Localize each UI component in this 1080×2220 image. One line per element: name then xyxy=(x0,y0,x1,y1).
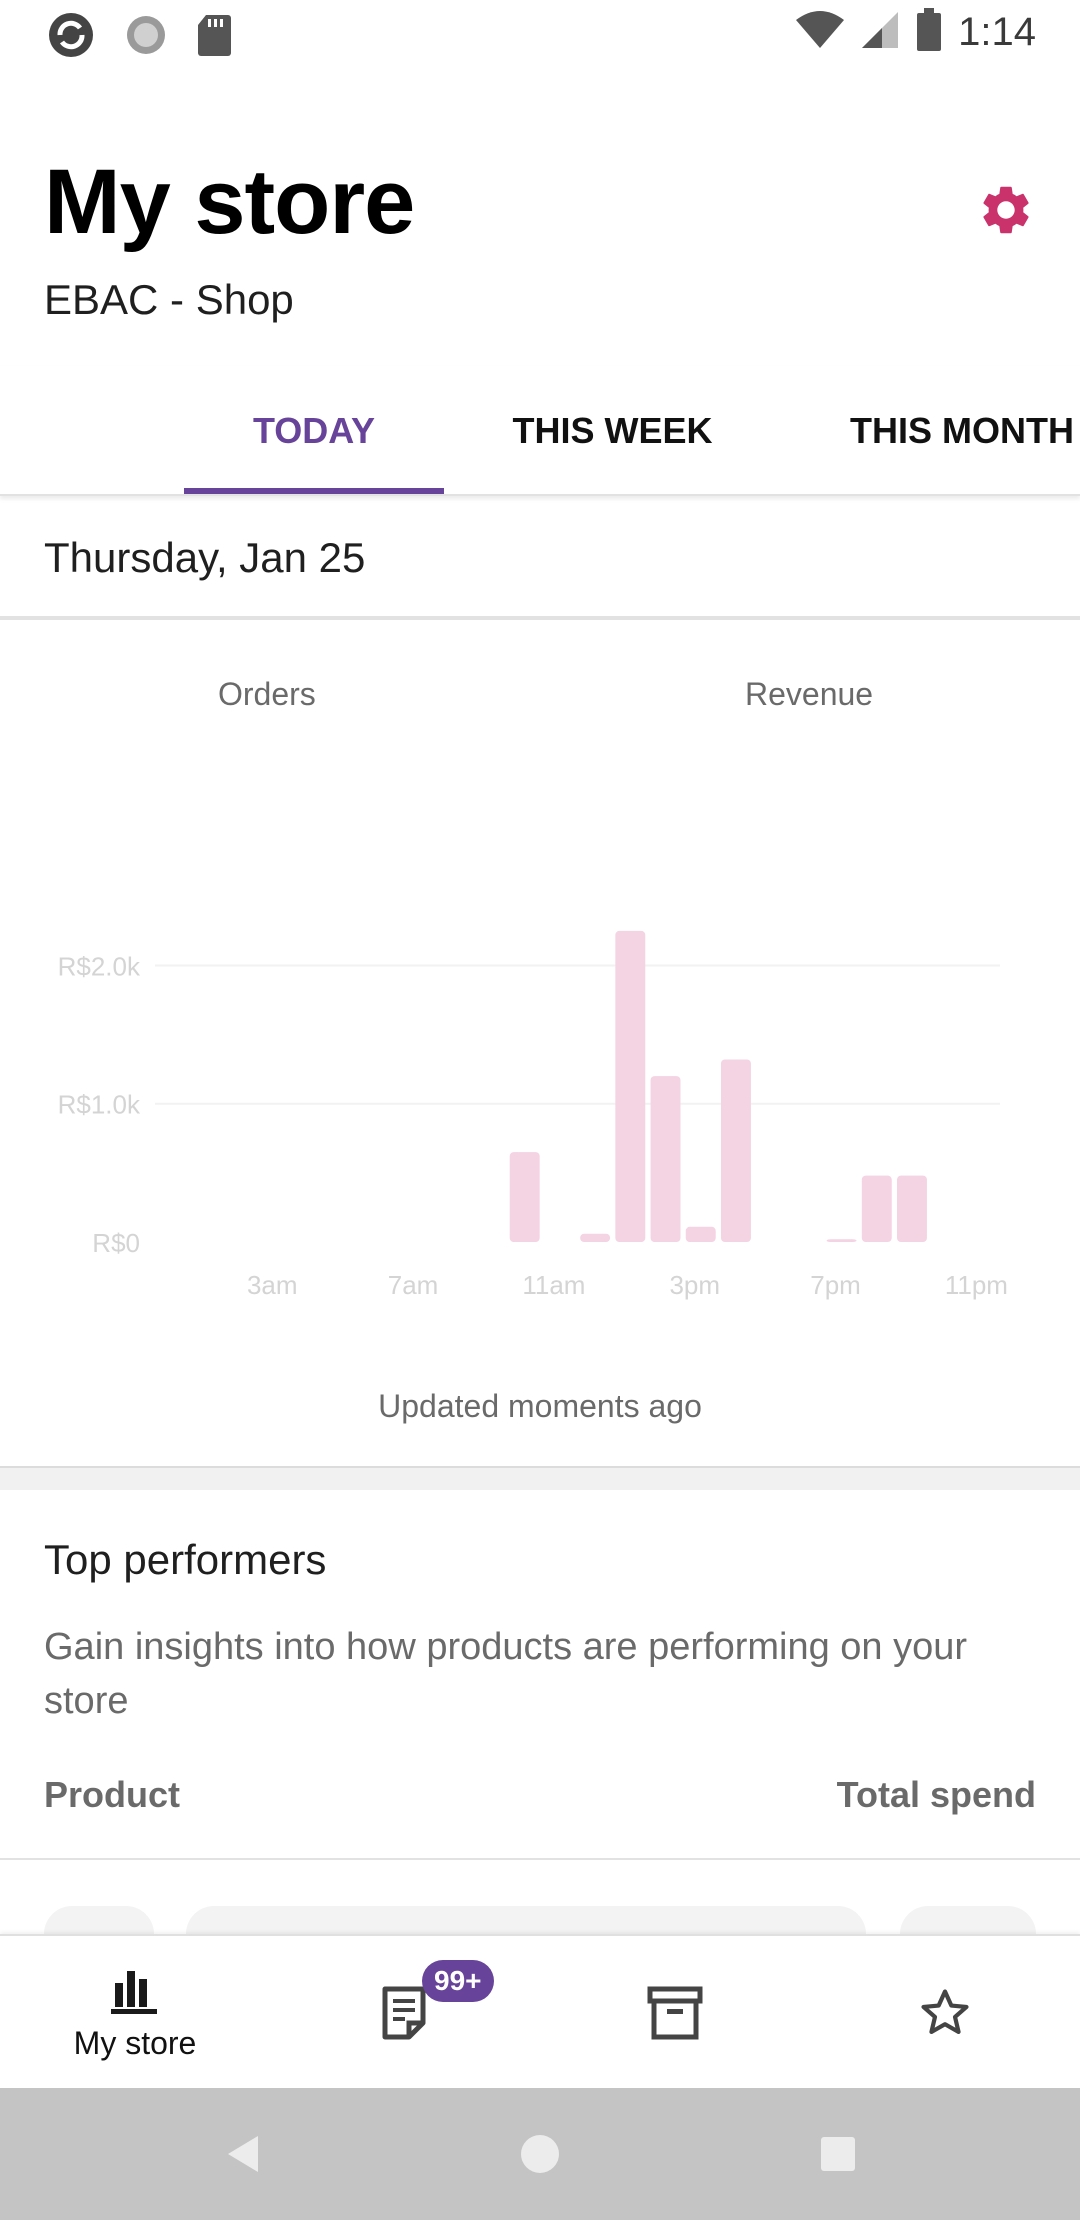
archive-box-icon xyxy=(647,1986,703,2040)
chart-x-tick-label: 11pm xyxy=(945,1270,1008,1300)
app-notification-icon xyxy=(46,10,96,65)
orders-icon xyxy=(382,1986,426,2040)
orders-count-badge: 99+ xyxy=(422,1960,494,2002)
chart-bar xyxy=(509,1152,540,1242)
system-home-button[interactable] xyxy=(508,2122,572,2186)
top-performers-description: Gain insights into how products are perf… xyxy=(44,1626,968,1722)
tab-this-month[interactable]: THIS MONTH xyxy=(800,366,1080,494)
active-tab-indicator xyxy=(184,488,444,494)
home-circle-icon xyxy=(521,2135,559,2173)
store-name: EBAC - Shop xyxy=(44,276,294,323)
header: My store EBAC - Shop xyxy=(0,66,1080,366)
chart-bar xyxy=(580,1233,611,1242)
chart-y-tick-label: R$1.0k xyxy=(58,1090,141,1120)
chart-x-tick-label: 3pm xyxy=(669,1270,720,1300)
nav-my-store-label: My store xyxy=(73,2024,197,2061)
chart-x-tick-label: 11am xyxy=(522,1270,585,1300)
chart-bar xyxy=(897,1175,927,1242)
chart-x-tick-label: 7pm xyxy=(810,1270,861,1300)
chart-y-tick-label: R$0 xyxy=(92,1228,140,1258)
chart-bar xyxy=(685,1226,716,1242)
chart-y-tick-label: R$2.0k xyxy=(58,951,141,981)
chart-x-tick-label: 7am xyxy=(388,1270,439,1300)
stats-section: Orders Revenue R$0 R$1.0k R$2.0k 3am 7am 11am… xyxy=(0,624,1080,1468)
tab-today[interactable]: TODAY xyxy=(184,366,444,494)
revenue-stat-label[interactable]: Revenue xyxy=(745,676,873,713)
date-row: Thursday, Jan 25 xyxy=(0,496,1080,620)
chart-x-tick-label: 3am xyxy=(247,1270,298,1300)
back-triangle-icon xyxy=(228,2136,258,2172)
chart-bar xyxy=(615,930,646,1242)
wifi-icon xyxy=(796,10,845,55)
table-divider xyxy=(0,1858,1080,1860)
section-divider xyxy=(0,1468,1080,1490)
battery-icon xyxy=(916,8,942,57)
chart-bar xyxy=(861,1175,892,1242)
top-performers-title: Top performers xyxy=(44,1536,327,1583)
nav-my-store[interactable]: My store xyxy=(0,1936,270,2090)
nav-orders[interactable]: 99+ xyxy=(270,1936,540,2090)
cellular-signal-icon xyxy=(860,10,900,55)
orders-stat-label[interactable]: Orders xyxy=(218,676,316,713)
page-title: My store xyxy=(44,151,415,253)
status-bar: 1:14 xyxy=(0,0,1080,66)
revenue-chart[interactable]: R$0 R$1.0k R$2.0k 3am 7am 11am 3pm 7pm 11pm xyxy=(0,784,1080,1344)
bottom-navigation: My store 99+ xyxy=(0,1934,1080,2088)
tab-this-week[interactable]: THIS WEEK xyxy=(470,366,755,494)
system-recents-button[interactable] xyxy=(806,2122,870,2186)
nav-reviews[interactable] xyxy=(810,1936,1080,2090)
column-header-product: Product xyxy=(44,1774,181,1815)
recents-square-icon xyxy=(821,2137,855,2171)
system-navigation-bar xyxy=(0,2088,1080,2220)
chart-bar xyxy=(720,1059,751,1242)
chart-bar xyxy=(650,1076,681,1242)
status-time: 1:14 xyxy=(958,10,1036,54)
gear-icon xyxy=(983,186,1029,234)
date-label: Thursday, Jan 25 xyxy=(44,534,366,581)
settings-button[interactable] xyxy=(972,176,1040,244)
system-back-button[interactable] xyxy=(210,2122,274,2186)
column-header-total-spend: Total spend xyxy=(836,1774,1036,1815)
sd-card-icon xyxy=(196,13,232,62)
updated-text: Updated moments ago xyxy=(378,1388,702,1424)
sync-icon xyxy=(124,13,168,62)
period-tabs: TODAY THIS WEEK THIS MONTH xyxy=(0,366,1080,496)
star-icon xyxy=(921,1989,969,2034)
nav-products[interactable] xyxy=(540,1936,810,2090)
bar-chart-icon xyxy=(111,1970,157,2014)
chart-bar xyxy=(826,1239,857,1242)
